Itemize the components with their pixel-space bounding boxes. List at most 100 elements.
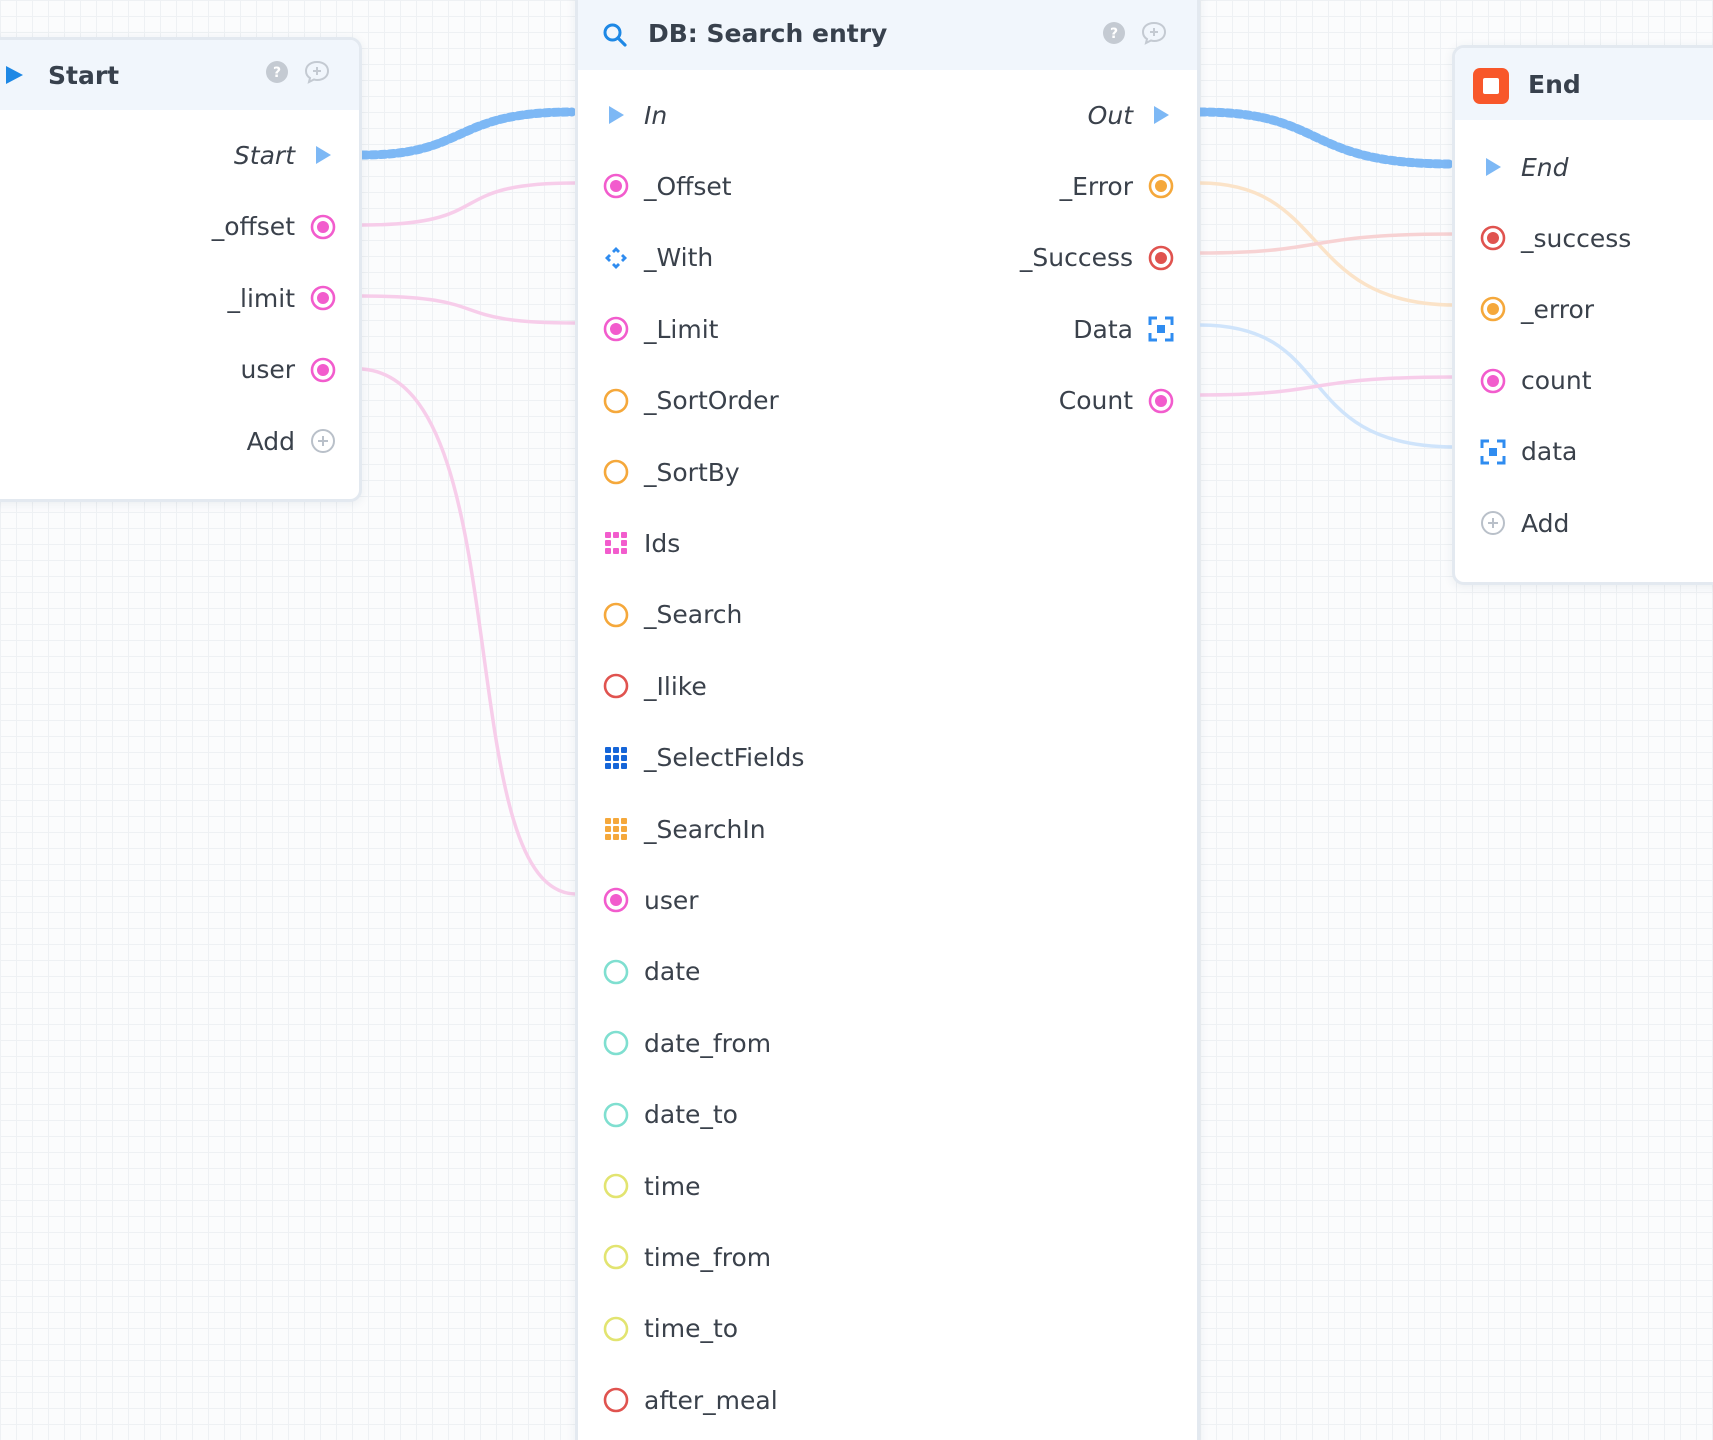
- pin-filled-red-icon[interactable]: [1479, 224, 1507, 252]
- exec-arrow-icon[interactable]: [602, 101, 630, 129]
- pin-empty-teal-icon[interactable]: [602, 1101, 630, 1129]
- input-pin-row[interactable]: End: [1479, 143, 1569, 191]
- pin-filled-pink-icon[interactable]: [602, 172, 630, 200]
- grid-orange-icon[interactable]: [602, 815, 630, 843]
- pin-label: count: [1521, 366, 1592, 396]
- input-pin-row[interactable]: date_to: [602, 1091, 738, 1139]
- output-pin-row[interactable]: Add: [247, 417, 337, 465]
- diamond-blue-icon[interactable]: [602, 244, 630, 272]
- help-icon[interactable]: ?: [1102, 21, 1126, 45]
- output-pin-row[interactable]: _limit: [228, 274, 338, 322]
- pin-empty-yellow-icon[interactable]: [602, 1315, 630, 1343]
- pin-filled-pink-icon[interactable]: [309, 284, 337, 312]
- input-pin-row[interactable]: _SearchIn: [602, 805, 766, 853]
- pin-empty-yellow-icon[interactable]: [602, 1243, 630, 1271]
- pin-filled-orange-icon[interactable]: [1147, 172, 1175, 200]
- help-icon[interactable]: ?: [265, 60, 289, 84]
- pin-filled-pink-icon[interactable]: [602, 315, 630, 343]
- input-pin-row[interactable]: time: [602, 1162, 700, 1210]
- pin-label: _SelectFields: [644, 743, 805, 773]
- input-pin-row[interactable]: In: [602, 91, 667, 139]
- wire-count: [1198, 375, 1457, 397]
- input-pin-row[interactable]: _SortOrder: [602, 377, 779, 425]
- pin-filled-red-icon[interactable]: [1147, 244, 1175, 272]
- output-pin-row[interactable]: Start: [234, 131, 337, 179]
- pin-empty-teal-icon[interactable]: [602, 1029, 630, 1057]
- pin-label: _Error: [1059, 171, 1133, 201]
- pin-empty-orange-icon[interactable]: [602, 601, 630, 629]
- wire-offset: [360, 181, 577, 227]
- output-pin-row[interactable]: Count: [1059, 377, 1175, 425]
- pin-filled-pink-icon[interactable]: [602, 886, 630, 914]
- pin-label: time_to: [644, 1314, 739, 1344]
- input-pin-row[interactable]: Ids: [602, 519, 680, 567]
- pin-label: Start: [233, 140, 295, 170]
- pin-filled-pink-icon[interactable]: [309, 213, 337, 241]
- input-pin-row[interactable]: user: [602, 876, 699, 924]
- input-pin-row[interactable]: _Search: [602, 591, 742, 639]
- pin-empty-red-icon[interactable]: [602, 672, 630, 700]
- input-pin-row[interactable]: time_to: [602, 1305, 738, 1353]
- exec-wire-start-search: [357, 107, 577, 160]
- input-pin-row[interactable]: _SelectFields: [602, 734, 804, 782]
- pin-filled-pink-icon[interactable]: [1479, 367, 1507, 395]
- input-pin-row[interactable]: time_from: [602, 1233, 771, 1281]
- output-pin-row[interactable]: _offset: [212, 203, 337, 251]
- search-entry-node[interactable]: DB: Search entry ? In _Offset _With _Limit _…: [575, 0, 1200, 1440]
- comment-add-icon[interactable]: [304, 60, 330, 84]
- search-node-header[interactable]: DB: Search entry ?: [578, 0, 1197, 70]
- grid-blue-icon[interactable]: [602, 744, 630, 772]
- object-blue-icon[interactable]: [1479, 438, 1507, 466]
- input-pin-row[interactable]: _Ilike: [602, 662, 707, 710]
- pin-empty-teal-icon[interactable]: [602, 958, 630, 986]
- pin-filled-orange-icon[interactable]: [1479, 295, 1507, 323]
- end-node[interactable]: End End _success _errorcount data Add: [1452, 45, 1713, 585]
- add-circle-icon[interactable]: [1479, 509, 1507, 537]
- pin-label: End: [1521, 152, 1569, 182]
- input-pin-row[interactable]: _Limit: [602, 305, 718, 353]
- input-pin-row[interactable]: Add: [1479, 499, 1569, 547]
- output-pin-row[interactable]: _Success: [1020, 234, 1175, 282]
- svg-text:?: ?: [273, 65, 281, 81]
- input-pin-row[interactable]: after_meal: [602, 1376, 778, 1424]
- pin-empty-yellow-icon[interactable]: [602, 1172, 630, 1200]
- comment-add-icon[interactable]: [1141, 21, 1167, 45]
- wire-error: [1198, 181, 1457, 307]
- object-blue-icon[interactable]: [1147, 315, 1175, 343]
- pin-label: time: [644, 1171, 701, 1201]
- pin-label: In: [644, 100, 668, 130]
- input-pin-row[interactable]: _SortBy: [602, 448, 740, 496]
- start-node[interactable]: Start ? Start _offset _limituser Add: [0, 37, 362, 502]
- input-pin-row[interactable]: date_from: [602, 1019, 771, 1067]
- grid-pink-icon[interactable]: [602, 529, 630, 557]
- input-pin-row[interactable]: _success: [1479, 214, 1631, 262]
- node-title: DB: Search entry: [648, 19, 888, 48]
- exec-wire-search-end: [1195, 107, 1457, 169]
- pin-label: _error: [1521, 294, 1595, 324]
- output-pin-row[interactable]: Data: [1073, 305, 1175, 353]
- exec-arrow-icon[interactable]: [1479, 153, 1507, 181]
- exec-arrow-icon[interactable]: [309, 141, 337, 169]
- end-node-header[interactable]: End: [1455, 48, 1713, 120]
- pin-filled-pink-icon[interactable]: [309, 356, 337, 384]
- input-pin-row[interactable]: _With: [602, 234, 713, 282]
- pin-empty-orange-icon[interactable]: [602, 387, 630, 415]
- start-node-header[interactable]: Start ?: [0, 40, 359, 110]
- play-icon: [3, 64, 27, 88]
- pin-empty-orange-icon[interactable]: [602, 458, 630, 486]
- input-pin-row[interactable]: _Offset: [602, 162, 732, 210]
- input-pin-row[interactable]: count: [1479, 357, 1592, 405]
- input-pin-row[interactable]: date: [602, 948, 700, 996]
- pin-label: user: [644, 885, 699, 915]
- input-pin-row[interactable]: _error: [1479, 285, 1594, 333]
- input-pin-row[interactable]: data: [1479, 428, 1577, 476]
- output-pin-row[interactable]: Out: [1088, 91, 1175, 139]
- pin-label: _With: [644, 243, 714, 273]
- pin-filled-pink-icon[interactable]: [1147, 387, 1175, 415]
- pin-label: _success: [1521, 223, 1632, 253]
- pin-empty-red-icon[interactable]: [602, 1386, 630, 1414]
- add-circle-icon[interactable]: [309, 427, 337, 455]
- exec-arrow-icon[interactable]: [1147, 101, 1175, 129]
- output-pin-row[interactable]: user: [240, 346, 337, 394]
- output-pin-row[interactable]: _Error: [1060, 162, 1175, 210]
